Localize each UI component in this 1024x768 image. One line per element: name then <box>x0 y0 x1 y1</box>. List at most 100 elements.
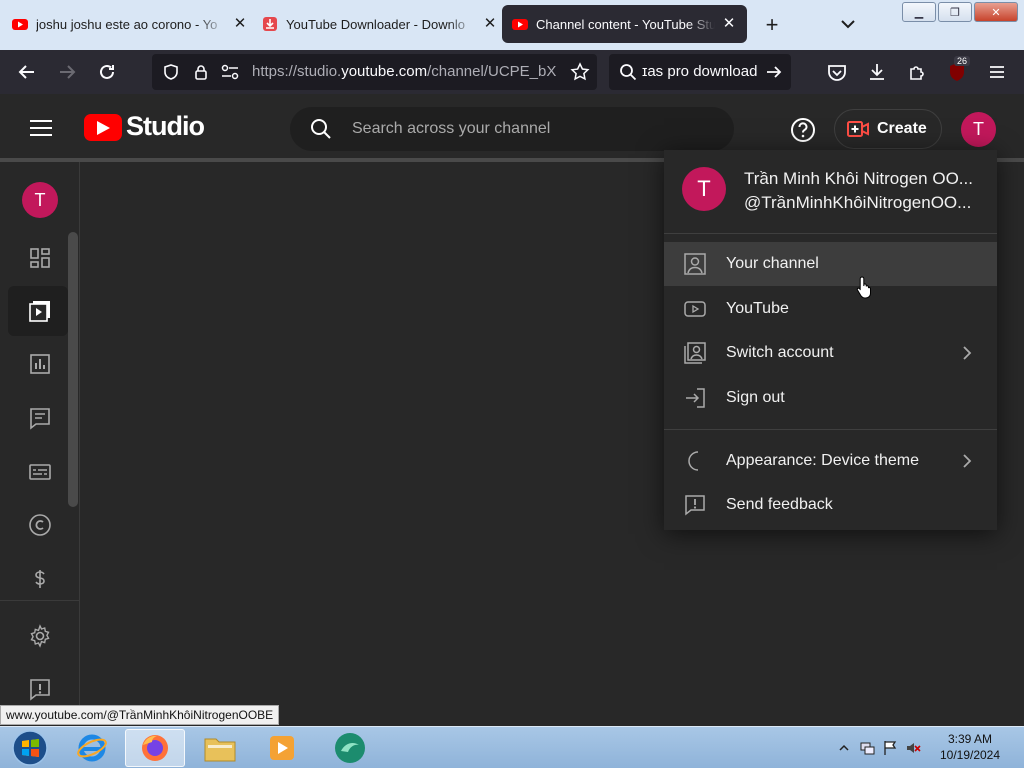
permissions-icon[interactable] <box>220 63 240 81</box>
menu-item-youtube[interactable]: YouTube <box>664 287 997 331</box>
moon-icon <box>688 451 699 471</box>
pocket-icon[interactable] <box>826 61 848 83</box>
analytics-icon[interactable] <box>28 352 52 376</box>
chevron-right-icon <box>963 346 972 360</box>
studio-sidebar: T <box>0 162 80 724</box>
media-player-icon <box>270 736 294 760</box>
channel-avatar[interactable]: T <box>22 182 58 218</box>
hamburger-menu-icon[interactable] <box>986 61 1008 83</box>
tab-title: Channel content - YouTube Stud <box>536 16 716 32</box>
menu-item-label: Send feedback <box>726 496 833 513</box>
internet-explorer-icon <box>77 734 107 762</box>
back-arrow-icon[interactable] <box>16 61 38 83</box>
url-bar[interactable]: https://studio.youtube.com/channel/UCPE_… <box>152 54 597 90</box>
shield-icon[interactable] <box>162 63 180 81</box>
action-center-flag-icon[interactable] <box>882 740 898 756</box>
channel-search[interactable] <box>290 107 734 151</box>
youtube-icon <box>512 19 528 30</box>
reload-icon[interactable] <box>96 61 118 83</box>
taskbar-app[interactable] <box>320 729 380 767</box>
taskbar-media-player[interactable] <box>252 729 312 767</box>
account-menu: T Trần Minh Khôi Nitrogen OO... @TrầnMin… <box>664 150 997 530</box>
taskbar-firefox[interactable] <box>125 729 185 767</box>
browser-tab[interactable]: joshu joshu este ao corono - Yo ✕ <box>2 5 258 43</box>
status-url: www.youtube.com/@TrầnMinhKhôiNitrogenOOB… <box>0 705 280 725</box>
browser-search-bar[interactable]: ɪas pro download <box>609 54 791 90</box>
volume-muted-icon[interactable] <box>905 740 921 756</box>
menu-item-label: YouTube <box>726 300 789 317</box>
comments-icon[interactable] <box>28 406 52 430</box>
lock-icon[interactable] <box>192 63 210 81</box>
menu-item-sign-out[interactable]: Sign out <box>664 376 997 420</box>
search-icon <box>620 64 637 81</box>
menu-divider <box>664 233 997 234</box>
network-icon[interactable] <box>859 740 875 756</box>
browser-tab-strip: joshu joshu este ao corono - Yo ✕ YouTub… <box>0 0 1024 50</box>
menu-item-your-channel[interactable]: Your channel <box>664 242 997 286</box>
browser-tab-active[interactable]: Channel content - YouTube Stud ✕ <box>502 5 747 43</box>
go-arrow-icon[interactable] <box>765 63 783 81</box>
forward-arrow-icon[interactable] <box>56 61 78 83</box>
settings-gear-icon[interactable] <box>28 624 52 648</box>
windows-start-orb-icon <box>12 730 48 766</box>
close-icon[interactable]: ✕ <box>721 16 737 32</box>
earn-dollar-icon[interactable] <box>28 567 52 591</box>
start-button[interactable] <box>0 729 60 767</box>
youtube-icon <box>12 19 28 30</box>
bookmark-star-icon[interactable] <box>570 62 590 82</box>
youtube-logo-icon[interactable] <box>84 114 122 141</box>
clock-date: 10/19/2024 <box>939 748 1001 762</box>
feedback-icon[interactable] <box>28 677 52 701</box>
chevron-down-icon[interactable] <box>838 14 858 34</box>
menu-avatar: T <box>682 167 726 211</box>
sidebar-scrollbar[interactable] <box>68 232 78 507</box>
download-icon[interactable] <box>866 61 888 83</box>
create-button[interactable]: Create <box>834 109 942 149</box>
menu-item-label: Appearance: Device theme <box>726 452 919 469</box>
tab-title: YouTube Downloader - Downlo <box>286 16 465 32</box>
new-tab-icon[interactable]: + <box>760 12 784 38</box>
taskbar-internet-explorer[interactable] <box>62 729 122 767</box>
content-icon[interactable] <box>28 299 52 323</box>
studio-logo-text[interactable]: Studio <box>126 111 205 142</box>
downloader-icon <box>263 17 277 31</box>
taskbar-clock[interactable]: 3:39 AM 10/19/2024 <box>930 731 1010 763</box>
app-bird-icon <box>335 733 365 763</box>
search-icon[interactable] <box>310 118 332 140</box>
extensions-icon[interactable] <box>906 61 928 83</box>
hamburger-menu-icon[interactable] <box>28 118 54 138</box>
help-icon[interactable] <box>790 117 816 143</box>
sign-out-icon <box>686 388 705 408</box>
close-window-icon[interactable]: ✕ <box>974 2 1018 22</box>
hand-cursor-icon <box>856 276 871 299</box>
browser-search-text: ɪas pro download <box>642 63 758 80</box>
account-box-icon <box>684 253 706 275</box>
browser-nav-bar: https://studio.youtube.com/channel/UCPE_… <box>0 50 1024 94</box>
account-avatar[interactable]: T <box>961 112 996 147</box>
account-menu-header: T Trần Minh Khôi Nitrogen OO... @TrầnMin… <box>664 150 997 234</box>
menu-item-label: Switch account <box>726 344 834 361</box>
feedback-icon <box>685 495 705 516</box>
copyright-icon[interactable] <box>28 513 52 537</box>
subtitles-icon[interactable] <box>28 460 52 484</box>
menu-item-send-feedback[interactable]: Send feedback <box>664 483 997 527</box>
browser-tab[interactable]: YouTube Downloader - Downlo ✕ <box>252 5 508 43</box>
firefox-icon <box>142 735 168 761</box>
account-name: Trần Minh Khôi Nitrogen OO... <box>744 169 973 188</box>
restore-icon[interactable]: ❐ <box>938 2 972 22</box>
windows-taskbar: 3:39 AM 10/19/2024 <box>0 726 1024 768</box>
menu-item-switch-account[interactable]: Switch account <box>664 331 997 375</box>
extension-badge: 26 <box>954 56 971 66</box>
taskbar-explorer[interactable] <box>190 729 250 767</box>
close-icon[interactable]: ✕ <box>232 16 248 32</box>
chevron-right-icon <box>963 454 972 468</box>
close-icon[interactable]: ✕ <box>482 16 498 32</box>
tray-expand-icon[interactable] <box>836 740 852 756</box>
minimize-icon[interactable]: ▁ <box>902 2 936 22</box>
youtube-play-icon <box>684 301 706 317</box>
search-input[interactable] <box>352 107 712 151</box>
create-video-icon <box>847 121 869 137</box>
dashboard-icon[interactable] <box>28 246 52 270</box>
folder-icon <box>204 738 236 762</box>
menu-item-appearance[interactable]: Appearance: Device theme <box>664 439 997 483</box>
